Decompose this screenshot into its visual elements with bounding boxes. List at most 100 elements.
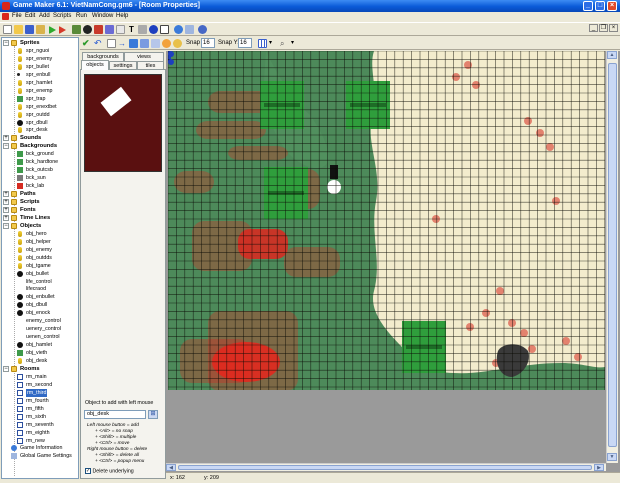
expand-toggle-icon[interactable]: −	[3, 222, 9, 229]
tree-item-spr-bullet[interactable]: spr_bullet	[2, 63, 78, 71]
menu-file[interactable]: File	[12, 12, 22, 21]
add-sprite-icon[interactable]	[72, 25, 81, 34]
unlock-instances-icon[interactable]	[173, 39, 182, 48]
clear-room-icon[interactable]	[107, 39, 116, 48]
zoom-dropdown-icon[interactable]: ▾	[291, 39, 297, 48]
tree-item-spr-enbull[interactable]: spr_enbull	[2, 71, 78, 79]
horizontal-scrollbar[interactable]: ◀ ▶	[166, 463, 606, 471]
tree-group-paths[interactable]: + Paths	[2, 190, 78, 198]
tree-item-rm-third[interactable]: rm_third	[2, 388, 78, 397]
object-select-field[interactable]: obj_desk	[84, 410, 146, 419]
scroll-left-button[interactable]: ◀	[166, 464, 176, 471]
grid-toggle-icon[interactable]	[258, 39, 267, 48]
expand-toggle-icon[interactable]: +	[3, 191, 9, 198]
tree-item-rm-eighth[interactable]: rm_eighth	[2, 429, 78, 437]
shift-instances-icon[interactable]	[129, 39, 138, 48]
close-button[interactable]: ×	[607, 1, 617, 11]
tree-item-spr-hamlet[interactable]: spr_hamlet	[2, 79, 78, 87]
tree-item-spr-dbull[interactable]: spr_dbull	[2, 119, 78, 127]
tree-item-obj-enbullet[interactable]: obj_enbullet	[2, 293, 78, 301]
add-room-icon[interactable]	[160, 25, 169, 34]
add-path-icon[interactable]	[105, 25, 114, 34]
grid-dropdown-icon[interactable]: ▾	[269, 39, 275, 48]
open-icon[interactable]	[14, 25, 23, 34]
scroll-down-button[interactable]: ▼	[607, 453, 617, 461]
tree-item-rm-main[interactable]: rm_main	[2, 373, 78, 381]
tree-item-obj-hamlet[interactable]: obj_hamlet	[2, 341, 78, 349]
debug-icon[interactable]	[59, 26, 66, 34]
tree-item-obj-helper[interactable]: obj_helper	[2, 238, 78, 246]
tree-group-fonts[interactable]: + Fonts	[2, 206, 78, 214]
tree-group-backgrounds[interactable]: − Backgrounds	[2, 142, 78, 150]
add-background-icon[interactable]	[94, 25, 103, 34]
menu-help[interactable]: Help	[116, 12, 128, 21]
game-info-icon[interactable]	[174, 25, 183, 34]
undo-icon[interactable]: ↶	[94, 39, 103, 48]
lock-instances-icon[interactable]	[162, 39, 171, 48]
tree-item-rm-new[interactable]: rm_new	[2, 437, 78, 445]
tree-item-rm-second[interactable]: rm_second	[2, 381, 78, 389]
menu-add[interactable]: Add	[39, 12, 50, 21]
tree-item-bck-lab[interactable]: bck_lab	[2, 182, 78, 190]
tree-item-obj-enemy[interactable]: obj_enemy	[2, 246, 78, 254]
tree-item-bck-outcsb[interactable]: bck_outcsb	[2, 166, 78, 174]
magnifier-icon[interactable]: ⌕	[280, 39, 289, 48]
mdi-icon[interactable]	[2, 13, 9, 20]
title-bar[interactable]: Game Maker 6.1: VietNamCong.gm6 - [Room …	[0, 0, 620, 12]
add-object-icon[interactable]	[149, 25, 158, 34]
object-menu-button[interactable]: ⊞	[148, 410, 158, 419]
game-settings-icon[interactable]	[185, 25, 194, 34]
tree-item-lifecraod[interactable]: lifecraod	[2, 285, 78, 293]
tree-item-bck-hardtone[interactable]: bck_hardtone	[2, 158, 78, 166]
expand-toggle-icon[interactable]: −	[3, 143, 9, 150]
tree-item-obj-hero[interactable]: obj_hero	[2, 230, 78, 238]
tab-views[interactable]: views	[124, 52, 164, 61]
menu-window[interactable]: Window	[92, 12, 113, 21]
tree-item-spr-trap[interactable]: spr_trap	[2, 95, 78, 103]
room-canvas[interactable]	[168, 51, 605, 390]
scroll-right-button[interactable]: ▶	[594, 464, 604, 471]
tree-item-bck-sun[interactable]: bck_sun	[2, 174, 78, 182]
tree-item-spr-enemy[interactable]: spr_enemy	[2, 55, 78, 63]
add-timeline-icon[interactable]	[138, 25, 147, 34]
tree-item-spr-nguoi[interactable]: spr_nguoi	[2, 47, 78, 55]
tree-item-rm-sixth[interactable]: rm_sixth	[2, 413, 78, 421]
tree-group-sounds[interactable]: + Sounds	[2, 134, 78, 142]
tree-group-sprites[interactable]: − Sprites	[2, 39, 78, 47]
tree-item-uenery-control[interactable]: uenery_control	[2, 325, 78, 333]
add-sound-icon[interactable]	[83, 25, 92, 34]
vertical-scroll-thumb[interactable]	[608, 63, 617, 447]
tree-item-obj-vieth[interactable]: obj_vieth	[2, 349, 78, 357]
expand-toggle-icon[interactable]: +	[3, 214, 9, 221]
expand-toggle-icon[interactable]: −	[3, 40, 9, 46]
new-icon[interactable]	[3, 25, 12, 34]
ok-check-icon[interactable]: ✔	[82, 39, 91, 48]
delete-underlying-checkbox-row[interactable]: ✓ Delete underlying	[85, 468, 134, 474]
tree-item-obj-bullet[interactable]: obj_bullet	[2, 270, 78, 278]
tree-item-game-information[interactable]: Game Information	[2, 444, 78, 452]
menu-scripts[interactable]: Scripts	[53, 12, 71, 21]
tree-group-scripts[interactable]: + Scripts	[2, 198, 78, 206]
tree-item-obj-outdds[interactable]: obj_outdds	[2, 254, 78, 262]
tree-item-rm-fourth[interactable]: rm_fourth	[2, 397, 78, 405]
tree-group-rooms[interactable]: − Rooms	[2, 365, 78, 373]
add-font-icon[interactable]: T	[127, 25, 136, 34]
add-script-icon[interactable]	[116, 25, 125, 34]
delete-underlying-checkbox[interactable]: ✓	[85, 468, 91, 474]
shift-right-icon[interactable]: →	[118, 39, 127, 48]
tree-item-obj-tgame[interactable]: obj_tgame	[2, 262, 78, 270]
tree-item-obj-desk[interactable]: obj_desk	[2, 357, 78, 365]
tree-item-rm-fifth[interactable]: rm_fifth	[2, 405, 78, 413]
tree-item-spr-outdd[interactable]: spr_outdd	[2, 111, 78, 119]
menu-run[interactable]: Run	[76, 12, 87, 21]
tree-item-obj-enock[interactable]: obj_enock	[2, 309, 78, 317]
expand-toggle-icon[interactable]: +	[3, 206, 9, 213]
run-icon[interactable]	[49, 26, 56, 34]
help-icon[interactable]	[198, 25, 207, 34]
vertical-scrollbar[interactable]: ▲ ▼	[606, 51, 618, 463]
tree-item-rm-seventh[interactable]: rm_seventh	[2, 421, 78, 429]
save-icon[interactable]	[25, 25, 34, 34]
tree-item-spr-desk[interactable]: spr_desk	[2, 126, 78, 134]
snap-x-field[interactable]: 16	[201, 38, 215, 48]
tree-item-enemy-control[interactable]: enemy_control	[2, 317, 78, 325]
